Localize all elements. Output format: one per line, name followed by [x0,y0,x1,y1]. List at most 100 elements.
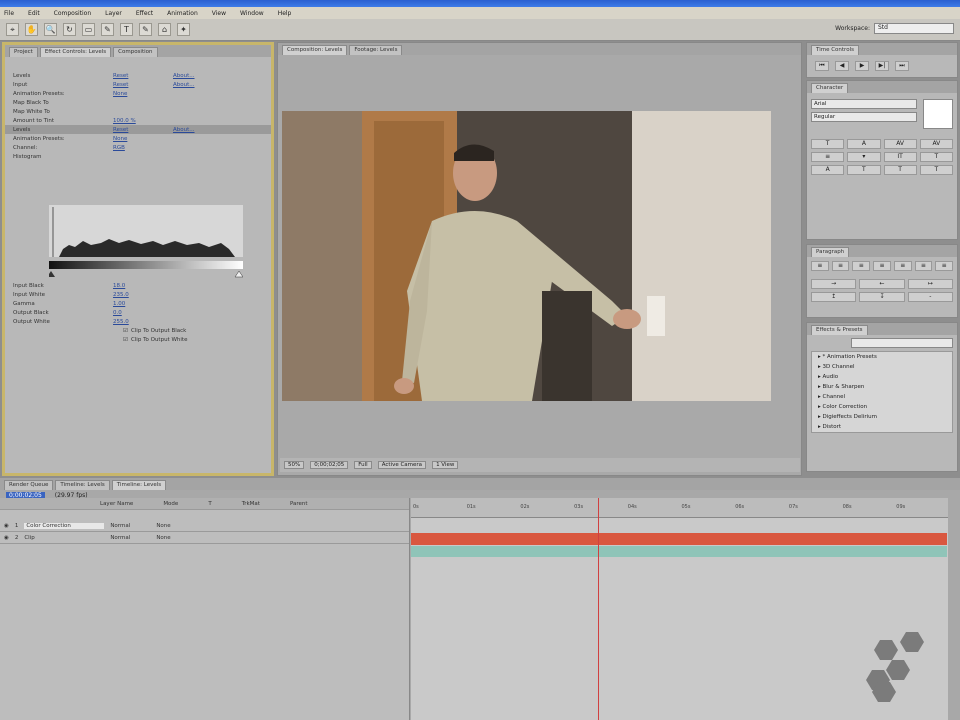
effects-category[interactable]: ▸ Blur & Sharpen [812,382,952,392]
level-param-value[interactable]: 1.00 [113,301,173,307]
layer-parent[interactable]: None [156,523,170,529]
effects-category[interactable]: ▸ Distort [812,422,952,432]
space-before-icon[interactable]: ↥ [811,292,857,302]
hand-tool-icon[interactable]: ✋ [25,23,38,36]
tsume-icon[interactable]: T [847,165,881,175]
effect-row[interactable]: Channel: RGB [5,143,271,152]
selection-tool-icon[interactable]: ⌖ [6,23,19,36]
layer-row[interactable]: ◉ 1 Color Correction Normal None [0,520,409,532]
comp-control[interactable]: Full [354,461,372,469]
first-frame-icon[interactable]: ⏮ [815,61,829,71]
effects-category[interactable]: ▸ Audio [812,372,952,382]
effect-row-value[interactable]: Reset [113,127,173,133]
indent-left-icon[interactable]: → [811,279,857,289]
effect-row[interactable]: Animation Presets: None [5,134,271,143]
space-after-icon[interactable]: ↧ [859,292,905,302]
level-param-row[interactable]: Output Black 0.0 [5,308,265,317]
zoom-tool-icon[interactable]: 🔍 [44,23,57,36]
clone-tool-icon[interactable]: ⌂ [158,23,171,36]
baseline-icon[interactable]: A [811,165,845,175]
comp-tab[interactable]: Footage: Levels [349,45,403,55]
tab-character[interactable]: Character [811,83,849,93]
horizontal-scale-icon[interactable]: T [919,152,953,162]
level-param-value[interactable]: 18.0 [113,283,173,289]
effects-search-input[interactable] [851,338,953,348]
rotation-tool-icon[interactable]: ↻ [63,23,76,36]
effect-row-value[interactable]: RGB [113,145,173,151]
tracking-icon[interactable]: AV [919,139,953,149]
effect-row[interactable]: Histogram [5,152,271,161]
play-icon[interactable]: ▶ [855,61,869,71]
workspace-dropdown[interactable]: Std [874,23,954,34]
tab-1[interactable]: Effect Controls: Levels [39,47,112,57]
eye-icon[interactable]: ◉ [4,535,9,541]
align-right-icon[interactable]: ≡ [852,261,871,271]
timeline-tab[interactable]: Timeline: Levels [55,480,110,490]
puppet-tool-icon[interactable]: ✦ [177,23,190,36]
menu-composition[interactable]: Composition [54,10,91,17]
layer-row[interactable]: ◉ 2 Clip Normal None [0,532,409,544]
tab-effects-presets[interactable]: Effects & Presets [811,325,868,335]
eye-icon[interactable]: ◉ [4,523,9,529]
next-frame-icon[interactable]: ▶| [875,61,889,71]
effect-row-value[interactable]: Reset [113,73,173,79]
rectangle-mask-tool-icon[interactable]: ▭ [82,23,95,36]
workspace-selector[interactable]: Workspace: Std [835,23,954,34]
brush-tool-icon[interactable]: ✎ [139,23,152,36]
font-family-field[interactable]: Arial [811,99,917,109]
menu-help[interactable]: Help [278,10,292,17]
layer-name[interactable]: Clip [24,535,104,541]
tab-time-controls[interactable]: Time Controls [811,45,859,55]
text-tool-icon[interactable]: T [120,23,133,36]
tab-0[interactable]: Project [9,47,38,57]
stroke-icon[interactable]: ≡ [811,152,845,162]
justify-left-icon[interactable]: ≡ [873,261,891,271]
layer-mode[interactable]: Normal [110,535,150,541]
align-left-icon[interactable]: ≡ [811,261,829,271]
menu-animation[interactable]: Animation [167,10,198,17]
font-size-icon[interactable]: T [811,139,845,149]
level-param-row[interactable]: Input Black 18.0 [5,281,265,290]
last-frame-icon[interactable]: ⏭ [895,61,909,71]
effect-row[interactable]: Input Reset About... [5,80,271,89]
effect-row-value[interactable]: None [113,136,173,142]
effect-row-link[interactable]: About... [173,127,195,133]
checkbox[interactable]: ☑ [123,337,128,343]
font-style-field[interactable]: Regular [811,112,917,122]
effects-category[interactable]: ▸ * Animation Presets [812,352,952,362]
menu-effect[interactable]: Effect [136,10,153,17]
faux-italic-icon[interactable]: T [919,165,953,175]
faux-bold-icon[interactable]: T [883,165,917,175]
effect-row-link[interactable]: About... [173,73,195,79]
menu-edit[interactable]: Edit [28,10,40,17]
effect-row[interactable]: Map Black To [5,98,271,107]
timeline-tab[interactable]: Render Queue [4,480,54,490]
fill-color-swatch[interactable] [923,99,953,129]
comp-control[interactable]: 0;00;02;05 [310,461,349,469]
composition-viewer[interactable] [282,111,771,401]
level-param-value[interactable]: 255.0 [113,319,173,325]
effects-category[interactable]: ▸ Color Correction [812,402,952,412]
effect-row[interactable]: Animation Presets: None [5,89,271,98]
prev-frame-icon[interactable]: ◀ [835,61,849,71]
stroke-type-icon[interactable]: ▾ [847,152,881,162]
align-center-icon[interactable]: ≡ [831,261,850,271]
justify-right-icon[interactable]: ≡ [914,261,933,271]
tab-paragraph[interactable]: Paragraph [811,247,850,257]
effect-row[interactable]: Amount to Tint 100.0 % [5,116,271,125]
level-param-value[interactable]: 0.0 [113,310,173,316]
effects-category[interactable]: ▸ Channel [812,392,952,402]
effect-row[interactable]: Map White To [5,107,271,116]
comp-tab[interactable]: Composition: Levels [282,45,348,55]
checkbox[interactable]: ☑ [123,328,128,334]
playhead[interactable] [598,498,599,720]
timeline-tab[interactable]: Timeline: Levels [111,480,167,490]
layer-bar-clip[interactable] [411,546,947,557]
layer-bar-color-correction[interactable] [411,533,947,545]
effect-row-value[interactable]: Reset [113,82,173,88]
menu-layer[interactable]: Layer [105,10,122,17]
effects-category[interactable]: ▸ 3D Channel [812,362,952,372]
level-param-row[interactable]: Gamma 1.00 [5,299,265,308]
level-checkbox-row[interactable]: ☑ Clip To Output Black [5,326,265,335]
effect-row[interactable]: Levels Reset About... [5,125,271,134]
